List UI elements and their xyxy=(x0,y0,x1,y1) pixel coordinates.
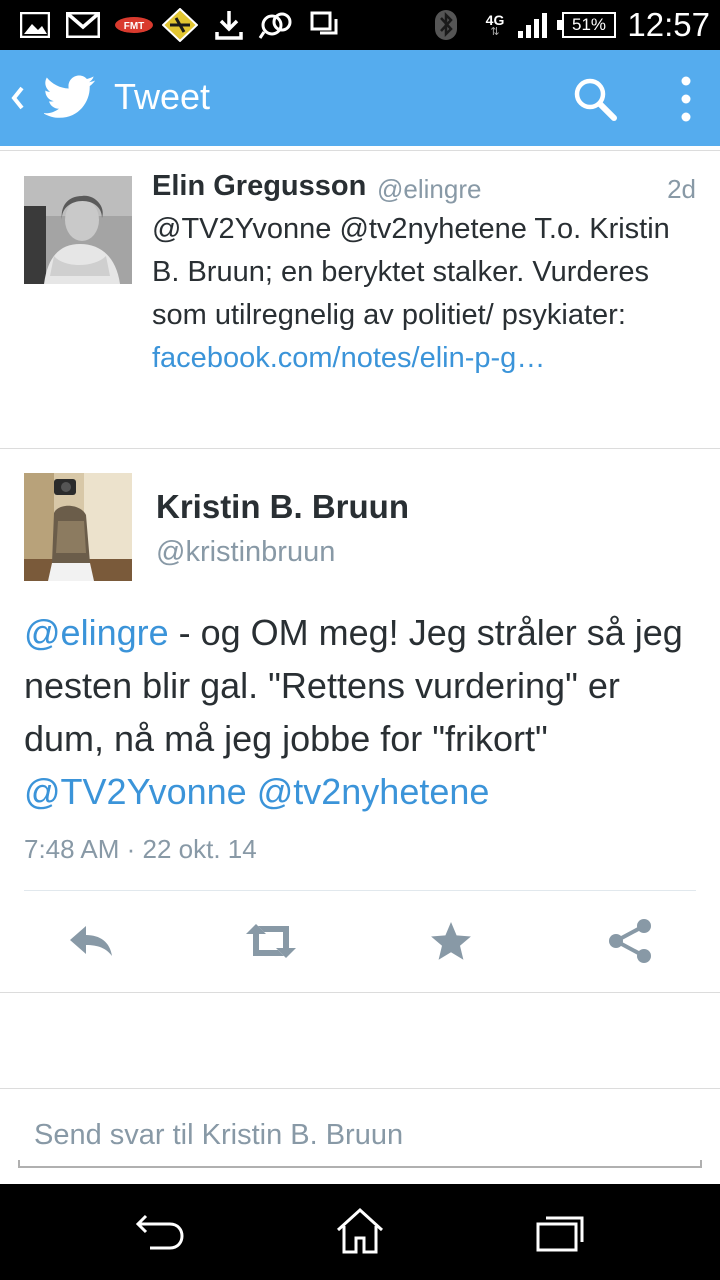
favorite-icon[interactable] xyxy=(426,916,476,966)
divider xyxy=(0,448,720,449)
back-icon[interactable] xyxy=(130,1206,190,1256)
tweet-age: 2d xyxy=(667,174,696,204)
share-icon[interactable] xyxy=(606,916,656,966)
svg-text:FMT: FMT xyxy=(124,21,145,32)
retweet-icon[interactable] xyxy=(244,916,298,966)
home-icon[interactable] xyxy=(330,1206,390,1256)
author-name[interactable]: Elin Gregusson xyxy=(152,170,366,203)
bluetooth-icon xyxy=(434,9,458,41)
twitter-bird-icon[interactable] xyxy=(43,74,96,120)
sync-icon xyxy=(258,9,294,41)
author-handle[interactable]: @elingre xyxy=(377,174,481,205)
back-chevron-icon[interactable] xyxy=(8,80,28,116)
tweet-timestamp: 7:48 AM · 22 okt. 14 xyxy=(24,834,257,864)
signal-icon xyxy=(516,9,550,41)
divider xyxy=(0,150,720,151)
status-time: 12:57 xyxy=(627,6,710,43)
news-app-icon xyxy=(162,8,198,42)
system-nav-bar xyxy=(0,1184,720,1280)
search-icon[interactable] xyxy=(570,74,620,124)
divider xyxy=(0,1088,720,1089)
divider xyxy=(0,992,720,993)
battery-icon: 51% xyxy=(557,9,618,41)
author-handle[interactable]: @kristinbruun xyxy=(156,536,335,569)
overflow-menu-icon[interactable] xyxy=(664,72,708,126)
avatar[interactable] xyxy=(24,176,132,284)
recents-icon[interactable] xyxy=(530,1206,590,1256)
reply-icon[interactable] xyxy=(66,916,116,966)
app-bar: Tweet xyxy=(0,50,720,146)
tweet-text: @elingre - og OM meg! Jeg stråler så jeg… xyxy=(24,612,683,812)
network-type: 4G ⇅ xyxy=(485,11,505,38)
author-name[interactable]: Kristin B. Bruun xyxy=(156,488,409,526)
avatar[interactable] xyxy=(24,473,132,581)
battery-percent: 51% xyxy=(571,15,607,34)
mention-link[interactable]: @TV2Yvonne xyxy=(24,771,247,812)
reply-underline xyxy=(18,1160,702,1168)
screen-icon xyxy=(310,9,338,41)
gmail-icon xyxy=(66,9,100,41)
fmt-app-icon: FMT xyxy=(114,9,154,41)
tweet-link[interactable]: facebook.com/notes/elin-p-g… xyxy=(152,342,545,374)
divider xyxy=(24,890,696,891)
mention-link[interactable]: @tv2nyhetene xyxy=(257,771,490,812)
reply-composer xyxy=(18,1110,702,1168)
status-bar: FMT 4G ⇅ 51% 12:57 xyxy=(0,0,720,50)
gallery-icon xyxy=(20,9,50,41)
tweet-text: @TV2Yvonne @tv2nyhetene T.o. Kristin B. … xyxy=(152,213,670,374)
mention-link[interactable]: @elingre xyxy=(24,612,169,653)
download-icon xyxy=(214,9,244,41)
reply-input[interactable] xyxy=(18,1110,698,1160)
screen-title: Tweet xyxy=(114,76,211,117)
